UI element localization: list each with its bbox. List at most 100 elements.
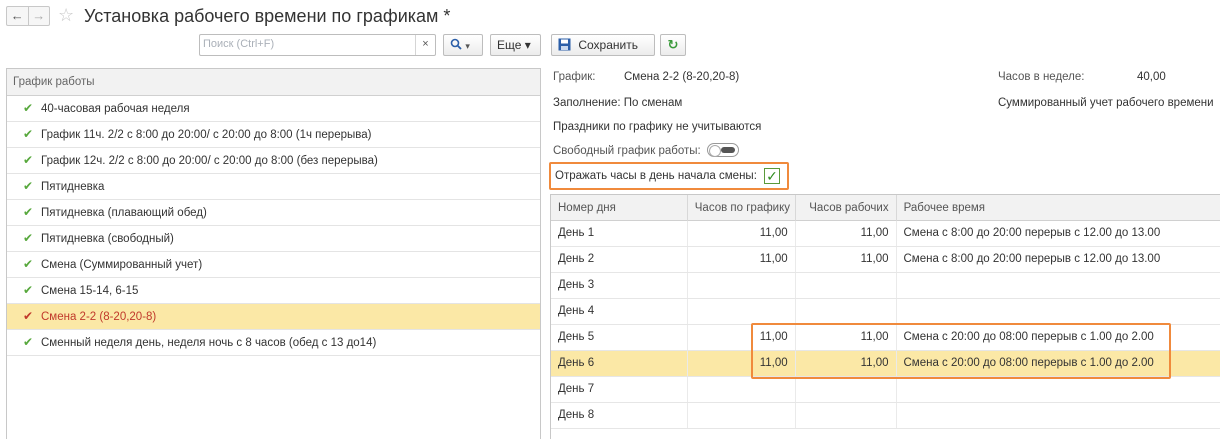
save-label: Сохранить xyxy=(578,38,638,52)
search-icon xyxy=(450,38,465,52)
refresh-button[interactable]: ↻ xyxy=(660,34,686,56)
list-item-label: Смена 15-14, 6-15 xyxy=(41,285,139,297)
check-icon: ✔ xyxy=(23,101,34,115)
table-row[interactable]: День 2 11,00 11,00 Смена с 8:00 до 20:00 пе… xyxy=(551,247,1220,273)
table-row[interactable]: День 3 xyxy=(551,273,1220,299)
cell-work-hours: 11,00 xyxy=(796,247,897,272)
favorite-star-icon[interactable]: ☆ xyxy=(58,4,74,26)
table-row[interactable]: День 8 xyxy=(551,403,1220,429)
list-item-label: График 11ч. 2/2 с 8:00 до 20:00/ с 20:00… xyxy=(41,129,372,141)
free-schedule-label: Свободный график работы: xyxy=(553,145,701,157)
schedule-list-header: График работы xyxy=(7,69,540,96)
forward-arrow-icon[interactable]: → xyxy=(27,7,50,25)
check-icon: ✔ xyxy=(23,127,34,141)
list-item[interactable]: ✔ Смена 2-2 (8-20,20-8) xyxy=(7,304,540,330)
cell-work-hours xyxy=(796,273,897,298)
hours-week-value: 40,00 xyxy=(1137,71,1166,83)
check-icon: ✔ xyxy=(23,257,34,271)
days-highlight xyxy=(751,323,1171,379)
cell-day: День 5 xyxy=(551,325,688,350)
refresh-icon: ↻ xyxy=(667,37,679,52)
check-icon: ✔ xyxy=(23,153,34,167)
schedule-list: График работы ✔ 40-часовая рабочая неделя… xyxy=(6,68,541,439)
cell-sched-hours xyxy=(688,377,796,402)
list-item[interactable]: ✔ Смена 15-14, 6-15 xyxy=(7,278,540,304)
chevron-down-icon: ▾ xyxy=(465,41,470,51)
table-row[interactable]: День 4 xyxy=(551,299,1220,325)
cell-sched-hours: 11,00 xyxy=(688,247,796,272)
check-icon: ✔ xyxy=(23,231,34,245)
save-icon xyxy=(558,38,574,52)
list-item[interactable]: ✔ Смена (Суммированный учет) xyxy=(7,252,540,278)
cell-sched-hours xyxy=(688,403,796,428)
check-icon: ✔ xyxy=(23,335,34,349)
history-nav: ← → xyxy=(6,6,50,26)
table-row[interactable]: День 1 11,00 11,00 Смена с 8:00 до 20:00 пе… xyxy=(551,221,1220,247)
back-arrow-icon[interactable]: ← xyxy=(7,7,28,25)
cell-day: День 4 xyxy=(551,299,688,324)
cell-sched-hours: 11,00 xyxy=(688,221,796,246)
list-item[interactable]: ✔ График 12ч. 2/2 с 8:00 до 20:00/ с 20:0… xyxy=(7,148,540,174)
clear-search-icon[interactable]: × xyxy=(415,35,435,55)
cell-day: День 8 xyxy=(551,403,688,428)
schedule-list-body: ✔ 40-часовая рабочая неделя ✔ График 11ч. 2… xyxy=(7,96,540,356)
cell-work-hours: 11,00 xyxy=(796,221,897,246)
list-item[interactable]: ✔ 40-часовая рабочая неделя xyxy=(7,96,540,122)
cell-day: День 1 xyxy=(551,221,688,246)
list-item-label: Смена 2-2 (8-20,20-8) xyxy=(41,311,157,323)
column-header-work-hours[interactable]: Часов рабочих xyxy=(796,195,897,221)
list-item-label: Сменный неделя день, неделя ночь с 8 час… xyxy=(41,337,377,349)
cell-work-time xyxy=(897,273,1220,298)
cell-day: День 3 xyxy=(551,273,688,298)
days-table: Номер дня Часов по графику Часов рабочих… xyxy=(550,194,1220,439)
list-item-label: Пятидневка xyxy=(41,181,105,193)
hours-week-label: Часов в неделе: xyxy=(998,71,1085,83)
search-placeholder: Поиск (Ctrl+F) xyxy=(203,38,275,50)
list-item-label: Пятидневка (свободный) xyxy=(41,233,174,245)
reflect-hours-label: Отражать часы в день начала смены: xyxy=(555,170,757,182)
reflect-hours-checkbox[interactable]: ✓ xyxy=(764,168,780,184)
cell-work-time xyxy=(897,299,1220,324)
check-icon: ✔ xyxy=(23,179,34,193)
cell-work-time xyxy=(897,377,1220,402)
table-header: Номер дня Часов по графику Часов рабочих… xyxy=(551,195,1220,221)
column-header-sched-hours[interactable]: Часов по графику xyxy=(688,195,796,221)
fill-mode-label: Заполнение: По сменам xyxy=(553,97,683,109)
list-item[interactable]: ✔ Пятидневка xyxy=(7,174,540,200)
holidays-note: Праздники по графику не учитываются xyxy=(553,121,762,133)
cell-work-time: Смена с 8:00 до 20:00 перерыв с 12.00 до… xyxy=(903,253,1161,265)
check-icon: ✔ xyxy=(23,205,34,219)
search-button[interactable]: ▾ xyxy=(443,34,483,56)
more-button[interactable]: Еще ▾ xyxy=(490,34,541,56)
check-icon: ✔ xyxy=(23,283,34,297)
list-item-label: Пятидневка (плавающий обед) xyxy=(41,207,207,219)
list-item[interactable]: ✔ График 11ч. 2/2 с 8:00 до 20:00/ с 20:0… xyxy=(7,122,540,148)
cell-work-time xyxy=(897,403,1220,428)
cell-sched-hours xyxy=(688,299,796,324)
cell-work-hours xyxy=(796,403,897,428)
list-item-label: График 12ч. 2/2 с 8:00 до 20:00/ с 20:00… xyxy=(41,155,378,167)
column-header-work-time[interactable]: Рабочее время xyxy=(897,195,1220,221)
list-item[interactable]: ✔ Пятидневка (плавающий обед) xyxy=(7,200,540,226)
save-button[interactable]: Сохранить xyxy=(551,34,655,56)
cell-day: День 2 xyxy=(551,247,688,272)
list-item[interactable]: ✔ Сменный неделя день, неделя ночь с 8 ча… xyxy=(7,330,540,356)
free-schedule-toggle[interactable] xyxy=(707,143,739,157)
schedule-label: График: xyxy=(553,71,596,83)
search-input[interactable]: Поиск (Ctrl+F) × xyxy=(199,34,436,56)
page-title: Установка рабочего времени по графикам * xyxy=(84,6,451,26)
schedule-value: Смена 2-2 (8-20,20-8) xyxy=(624,71,740,83)
check-icon: ✔ xyxy=(23,309,34,323)
cell-work-hours xyxy=(796,377,897,402)
column-header-day[interactable]: Номер дня xyxy=(551,195,688,221)
cell-day: День 7 xyxy=(551,377,688,402)
list-item-label: Смена (Суммированный учет) xyxy=(41,259,203,271)
cell-work-time: Смена с 8:00 до 20:00 перерыв с 12.00 до… xyxy=(903,227,1161,239)
cell-day: День 6 xyxy=(551,351,688,376)
list-item[interactable]: ✔ Пятидневка (свободный) xyxy=(7,226,540,252)
cell-work-hours xyxy=(796,299,897,324)
summed-accounting-label: Суммированный учет рабочего времени xyxy=(998,97,1214,109)
cell-sched-hours xyxy=(688,273,796,298)
list-item-label: 40-часовая рабочая неделя xyxy=(41,103,190,115)
table-row[interactable]: День 7 xyxy=(551,377,1220,403)
